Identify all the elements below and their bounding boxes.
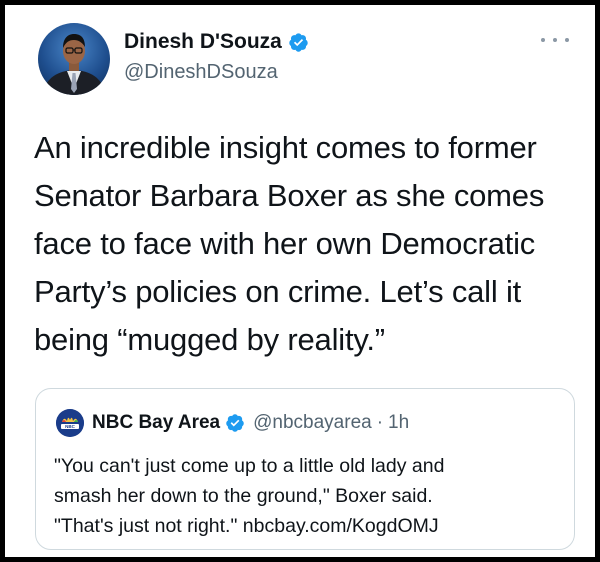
quoted-text-line: "You can't just come up to a little old …	[54, 455, 445, 477]
tweet-text-line: face to face with her own Democratic	[34, 226, 536, 261]
tweet-card: Dinesh D'Souza @DineshDSouza An incredib…	[5, 5, 595, 557]
author-name[interactable]: Dinesh D'Souza	[124, 30, 282, 54]
quoted-text-line: "That's just not right." nbcbay.com/Kogd…	[54, 515, 439, 537]
tweet-text-line: being “mugged by reality.”	[34, 322, 385, 357]
timestamp-separator: ·	[376, 412, 384, 433]
tweet-text-line: Party’s policies on crime. Let’s call it	[34, 274, 522, 309]
logo-text: NBC	[65, 424, 75, 429]
nbc-logo-icon: NBC	[56, 409, 84, 437]
tweet-text-line: Senator Barbara Boxer as she comes	[34, 178, 545, 213]
quoted-text-line: smash her down to the ground," Boxer sai…	[54, 485, 433, 507]
verified-badge-icon	[288, 32, 309, 53]
author-name-row[interactable]: Dinesh D'Souza	[124, 30, 309, 54]
more-dot	[565, 38, 569, 42]
quoted-author-name[interactable]: NBC Bay Area	[92, 412, 220, 434]
author-handle[interactable]: @DineshDSouza	[124, 61, 278, 84]
verified-badge-icon	[225, 413, 245, 433]
quoted-tweet-header: NBC Bay Area @nbcbayarea · 1h	[92, 409, 409, 437]
tweet-text-line: An incredible insight comes to former	[34, 130, 537, 165]
quoted-timestamp[interactable]: 1h	[388, 412, 409, 434]
more-dot	[553, 38, 557, 42]
author-avatar[interactable]	[38, 23, 110, 95]
quoted-tweet-card[interactable]: NBC NBC Bay Area @nbcbayarea · 1h "You c…	[35, 388, 575, 550]
more-dot	[541, 38, 545, 42]
quoted-tweet-text: "You can't just come up to a little old …	[54, 451, 569, 541]
quoted-author-handle[interactable]: @nbcbayarea	[253, 412, 372, 434]
avatar-photo	[42, 34, 106, 95]
more-options-icon[interactable]	[541, 33, 569, 47]
tweet-text: An incredible insight comes to former Se…	[34, 124, 579, 364]
